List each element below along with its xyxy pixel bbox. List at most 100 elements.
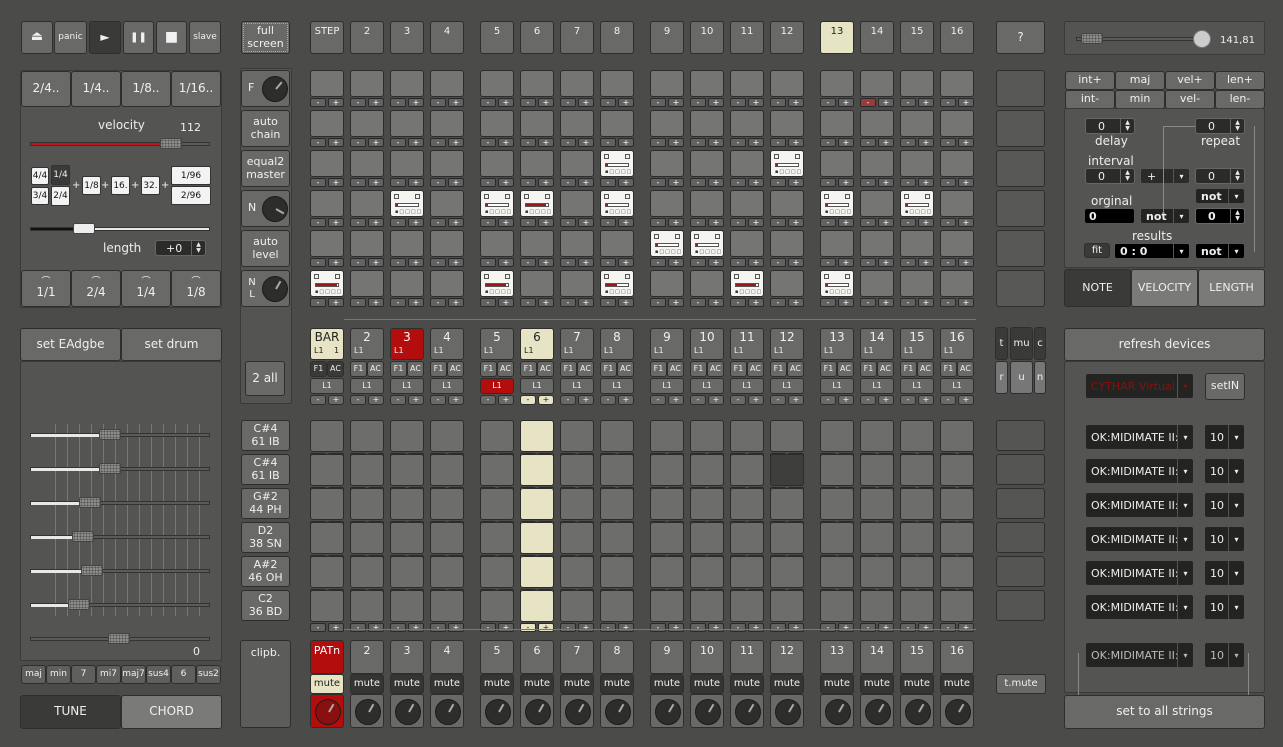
pattern-button[interactable]: 15 <box>900 640 934 674</box>
bar-button[interactable]: 6 <box>520 328 554 360</box>
minus-button[interactable]: - <box>560 218 576 227</box>
bar-button[interactable]: 11 <box>730 328 764 360</box>
plus-button[interactable]: + <box>958 98 974 107</box>
row-side-button[interactable] <box>996 190 1045 227</box>
modifier-button[interactable]: len- <box>1215 90 1265 109</box>
plus-button[interactable]: + <box>708 138 724 147</box>
note-pad[interactable]: ▪□□□□ <box>600 270 634 297</box>
note-pad[interactable] <box>820 230 854 257</box>
plus-button[interactable]: + <box>668 98 684 107</box>
note-pad[interactable] <box>690 70 724 97</box>
set-to-all-strings-button[interactable]: set to all strings <box>1064 695 1265 729</box>
note-pad[interactable] <box>430 190 464 217</box>
drum-pad[interactable] <box>480 488 514 520</box>
plus-button[interactable]: + <box>328 138 344 147</box>
plus-button[interactable]: + <box>878 258 894 267</box>
f1-button[interactable]: F1 <box>600 361 617 377</box>
plus-button[interactable]: + <box>878 218 894 227</box>
plus-button[interactable]: + <box>498 623 514 632</box>
output-device-select[interactable]: OK:MIDIMATE II: ▾ <box>1085 424 1194 450</box>
drum-pad[interactable] <box>430 556 464 588</box>
drum-pad[interactable] <box>940 522 974 554</box>
drum-pad[interactable] <box>940 556 974 588</box>
note-pad[interactable]: ▪□□□□ <box>730 270 764 297</box>
plus-button[interactable]: + <box>328 98 344 107</box>
minus-button[interactable]: - <box>900 98 916 107</box>
mute-button[interactable]: mute <box>350 674 384 694</box>
plus-button[interactable]: + <box>958 395 974 405</box>
plus-button[interactable]: + <box>788 178 804 187</box>
modifier-button[interactable]: int- <box>1065 90 1115 109</box>
minus-button[interactable]: - <box>600 258 616 267</box>
pattern-volume-knob[interactable] <box>655 699 681 725</box>
loop-button[interactable]: L1 <box>560 378 594 394</box>
interval-spinner[interactable]: 0 ▲ ▼ <box>1085 168 1135 184</box>
drum-pad[interactable] <box>860 488 894 520</box>
f1-button[interactable]: F1 <box>480 361 497 377</box>
note-pad[interactable] <box>690 150 724 177</box>
row-side-button[interactable] <box>996 150 1045 187</box>
length-2-96[interactable]: 2/96 <box>171 186 211 205</box>
minus-button[interactable]: - <box>730 623 746 632</box>
minus-button[interactable]: - <box>520 218 536 227</box>
minus-button[interactable]: - <box>480 298 496 307</box>
drum-pad[interactable] <box>480 420 514 452</box>
minus-button[interactable]: - <box>900 258 916 267</box>
note-pad[interactable]: ▪□□□□ <box>900 190 934 217</box>
step-button[interactable]: 3 <box>390 21 424 54</box>
plus-button[interactable]: + <box>618 258 634 267</box>
minus-button[interactable]: - <box>520 395 536 405</box>
plus-button[interactable]: + <box>498 218 514 227</box>
minus-button[interactable]: - <box>520 298 536 307</box>
minus-button[interactable]: - <box>900 395 916 405</box>
minus-button[interactable]: - <box>860 623 876 632</box>
minus-button[interactable]: - <box>520 258 536 267</box>
plus-button[interactable]: + <box>918 98 934 107</box>
note-pad[interactable] <box>520 70 554 97</box>
plus-button[interactable]: + <box>708 258 724 267</box>
n-knob-button[interactable]: N <box>241 190 290 227</box>
minus-button[interactable]: - <box>430 138 446 147</box>
plus-button[interactable]: + <box>498 395 514 405</box>
step-button[interactable]: STEP <box>310 21 344 54</box>
plus-button[interactable]: + <box>538 138 554 147</box>
plus-button[interactable]: + <box>368 258 384 267</box>
bar-button[interactable]: 12 <box>770 328 804 360</box>
plus-button[interactable]: + <box>538 395 554 405</box>
note-pad[interactable] <box>310 190 344 217</box>
plus-button[interactable]: + <box>368 298 384 307</box>
output-channel-select[interactable]: 10 ▾ <box>1204 560 1245 586</box>
ac-button[interactable]: AC <box>617 361 634 377</box>
minus-button[interactable]: - <box>480 623 496 632</box>
pattern-button[interactable]: 11 <box>730 640 764 674</box>
plus-button[interactable]: + <box>538 98 554 107</box>
plus-button[interactable]: + <box>748 623 764 632</box>
ac-button[interactable]: AC <box>707 361 724 377</box>
pattern-button[interactable]: 2 <box>350 640 384 674</box>
plus-button[interactable]: + <box>618 178 634 187</box>
plus-button[interactable]: + <box>408 298 424 307</box>
plus-button[interactable]: + <box>958 623 974 632</box>
length-spinner[interactable]: +0 ▲ ▼ <box>155 240 206 256</box>
operand-spinner[interactable]: 0 ▲ ▼ <box>1195 168 1245 184</box>
modifier-button[interactable]: len+ <box>1215 71 1265 90</box>
drum-pad[interactable] <box>430 590 464 622</box>
minus-button[interactable]: - <box>390 218 406 227</box>
drum-pad[interactable] <box>520 488 554 520</box>
string-tune-thumb[interactable] <box>79 497 102 508</box>
equal2master-button[interactable]: equal2 master <box>241 150 290 187</box>
plus-button[interactable]: + <box>368 218 384 227</box>
note-pad[interactable] <box>770 230 804 257</box>
loop-button[interactable]: L1 <box>650 378 684 394</box>
minus-button[interactable]: - <box>650 623 666 632</box>
step-button[interactable]: 8 <box>600 21 634 54</box>
pattern-button[interactable]: 9 <box>650 640 684 674</box>
drum-pad[interactable] <box>390 454 424 486</box>
note-pad[interactable] <box>430 150 464 177</box>
plus-button[interactable]: + <box>408 218 424 227</box>
length-slider[interactable] <box>30 227 210 231</box>
minus-button[interactable]: - <box>730 218 746 227</box>
plus-button[interactable]: + <box>838 98 854 107</box>
minus-button[interactable]: - <box>350 395 366 405</box>
mute-button[interactable]: mute <box>940 674 974 694</box>
